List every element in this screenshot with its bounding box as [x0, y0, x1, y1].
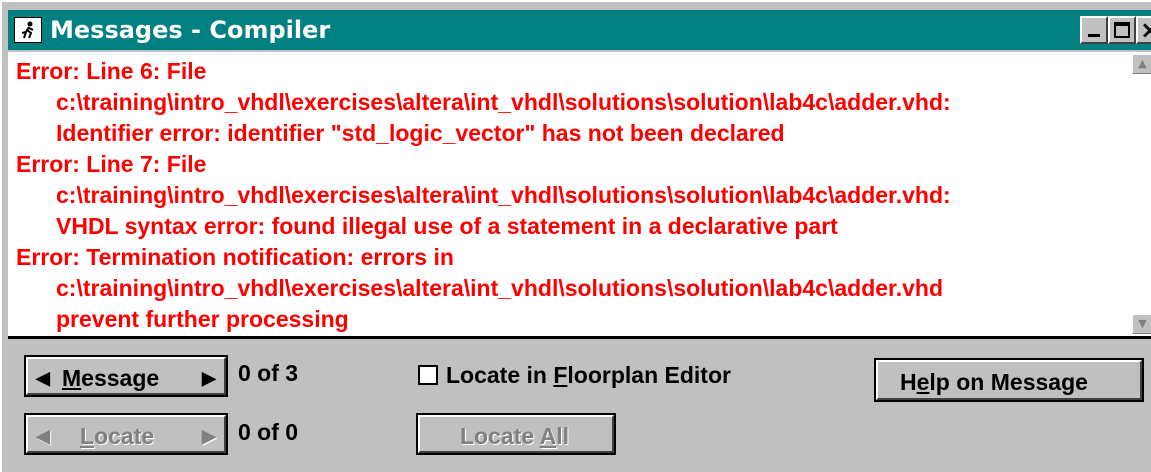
message-header: Error: Line 7: File — [16, 151, 207, 177]
divider — [8, 336, 1151, 339]
locate-counter: 0 of 0 — [238, 419, 299, 445]
message-detail: VHDL syntax error: found illegal use of … — [56, 213, 838, 239]
message-item[interactable]: Error: Termination notification: errors … — [16, 242, 1126, 335]
app-icon[interactable] — [14, 17, 42, 43]
locate-button-label: Locate — [80, 423, 155, 449]
scroll-down-icon[interactable]: ▼ — [1132, 314, 1151, 334]
running-figure-icon — [21, 21, 34, 39]
message-file-path: c:\training\intro_vhdl\exercises\altera\… — [56, 89, 951, 115]
floorplan-checkbox-label[interactable]: Locate in Floorplan Editor — [446, 360, 731, 390]
message-detail: Identifier error: identifier "std_logic_… — [56, 120, 785, 146]
message-nav-button[interactable]: ◀ Message ▶ — [26, 357, 226, 395]
messages-window: Messages - Compiler × Error: Line 6: Fil… — [0, 0, 1151, 472]
locate-all-button[interactable]: Locate All — [418, 415, 614, 453]
locate-nav-button[interactable]: ◀ Locate ▶ — [26, 415, 226, 453]
prev-arrow-icon[interactable]: ◀ — [36, 417, 50, 455]
maximize-icon[interactable] — [1108, 16, 1136, 44]
message-file-path: c:\training\intro_vhdl\exercises\altera\… — [56, 275, 943, 301]
minimize-icon[interactable] — [1080, 16, 1108, 44]
message-list: Error: Line 6: File c:\training\intro_vh… — [16, 56, 1126, 335]
title-bar[interactable]: Messages - Compiler × — [8, 10, 1151, 50]
close-icon[interactable]: × — [1136, 16, 1151, 44]
scroll-up-icon[interactable]: ▲ — [1132, 54, 1151, 74]
next-arrow-icon[interactable]: ▶ — [202, 417, 216, 455]
next-arrow-icon[interactable]: ▶ — [202, 359, 216, 397]
message-file-path: c:\training\intro_vhdl\exercises\altera\… — [56, 182, 951, 208]
window-title: Messages - Compiler — [50, 16, 331, 44]
prev-arrow-icon[interactable]: ◀ — [36, 359, 50, 397]
locate-all-label: Locate All — [460, 423, 570, 449]
message-button-label: Message — [62, 365, 160, 391]
message-header: Error: Line 6: File — [16, 58, 207, 84]
message-item[interactable]: Error: Line 6: File c:\training\intro_vh… — [16, 56, 1126, 149]
message-item[interactable]: Error: Line 7: File c:\training\intro_vh… — [16, 149, 1126, 242]
message-list-pane[interactable]: Error: Line 6: File c:\training\intro_vh… — [8, 52, 1151, 336]
checkbox-box[interactable] — [418, 365, 438, 385]
vertical-scrollbar[interactable]: ▲ ▼ — [1132, 52, 1151, 336]
message-detail: prevent further processing — [56, 306, 349, 332]
help-button-label: Help on Message — [900, 369, 1088, 395]
message-counter: 0 of 3 — [238, 360, 299, 386]
message-header: Error: Termination notification: errors … — [16, 244, 454, 270]
help-on-message-button[interactable]: Help on Message — [876, 360, 1142, 400]
